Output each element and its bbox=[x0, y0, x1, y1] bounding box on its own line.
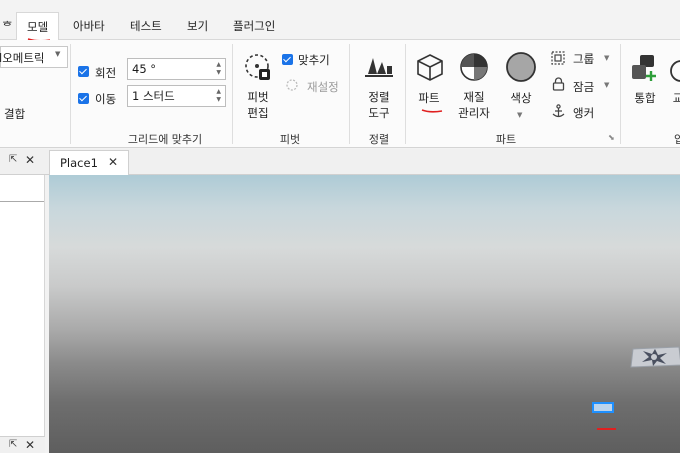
3d-viewport[interactable] bbox=[49, 175, 680, 453]
group-label-part: 파트 bbox=[495, 133, 517, 146]
expand-corner-icon[interactable]: ⬊ bbox=[608, 133, 615, 142]
separator bbox=[232, 44, 233, 144]
tab-view[interactable]: 보기 bbox=[177, 12, 218, 40]
close-icon[interactable]: ✕ bbox=[25, 153, 35, 167]
spin-up-icon[interactable]: ▲ bbox=[216, 88, 221, 96]
union-button[interactable]: 통합 bbox=[630, 90, 660, 106]
spin-down-icon[interactable]: ▼ bbox=[216, 96, 221, 104]
intersect-icon bbox=[670, 60, 680, 82]
lock-button[interactable]: 잠금 bbox=[573, 79, 594, 95]
group-label-pivot: 피벗 bbox=[279, 133, 301, 146]
selected-part[interactable] bbox=[592, 402, 614, 413]
undock-icon[interactable]: ⇱ bbox=[9, 154, 17, 165]
lock-icon bbox=[552, 77, 565, 91]
anchor-button[interactable]: 앵커 bbox=[573, 105, 594, 121]
group-icon bbox=[551, 51, 565, 65]
move-checkbox[interactable] bbox=[78, 93, 89, 104]
spin-up-icon[interactable]: ▲ bbox=[216, 61, 221, 69]
panel-header: ⇱ ✕ bbox=[0, 149, 45, 175]
tab-place1[interactable]: Place1 ✕ bbox=[49, 150, 129, 176]
pivot-snap-label: 맞추기 bbox=[298, 53, 330, 67]
pivot-edit-icon bbox=[245, 54, 270, 80]
close-icon[interactable]: ✕ bbox=[108, 155, 118, 169]
anchor-icon bbox=[552, 104, 565, 118]
move-input[interactable]: 1 스터드 ▲ ▼ bbox=[127, 85, 226, 107]
tab-plugins[interactable]: 플러그인 bbox=[223, 12, 285, 40]
ribbon: l오메트릭 ▼ 결합 회전 45 ° ▲ ▼ 이동 1 스터드 ▲ ▼ 그리드에… bbox=[0, 40, 680, 148]
chevron-down-icon[interactable]: ▼ bbox=[517, 111, 522, 119]
tab-test[interactable]: 테스트 bbox=[120, 12, 172, 40]
color-icon bbox=[506, 52, 536, 82]
part-button[interactable]: 파트 bbox=[414, 90, 444, 106]
document-tab-bar: Place1 ✕ bbox=[45, 149, 680, 176]
menu-tab-bar: ᄒ 모델 아바타 테스트 보기 플러그인 bbox=[0, 12, 680, 41]
group-label-partial: 입 bbox=[674, 133, 680, 146]
union-icon bbox=[632, 55, 656, 81]
chevron-down-icon[interactable]: ▼ bbox=[604, 54, 609, 62]
group-label-grid: 그리드에 맞추기 bbox=[127, 133, 203, 146]
tab-avatar[interactable]: 아바타 bbox=[63, 12, 115, 40]
rotate-label: 회전 bbox=[95, 66, 117, 80]
color-button[interactable]: 색상 bbox=[506, 90, 536, 106]
panel-divider bbox=[0, 201, 44, 202]
separator bbox=[349, 44, 350, 144]
annotation-mark bbox=[597, 428, 616, 430]
chevron-down-icon[interactable]: ▼ bbox=[604, 81, 609, 89]
pivot-snap-checkbox[interactable] bbox=[282, 54, 293, 65]
rotate-checkbox[interactable] bbox=[78, 66, 89, 77]
pivot-reset-button[interactable]: 재설정 bbox=[307, 79, 339, 95]
join-button[interactable]: 결합 bbox=[4, 106, 25, 122]
move-label: 이동 bbox=[95, 92, 117, 106]
group-label-align: 정렬 bbox=[368, 133, 390, 146]
separator bbox=[405, 44, 406, 144]
title-strip bbox=[0, 0, 680, 12]
intersect-button[interactable]: 교 bbox=[672, 90, 680, 106]
separator bbox=[70, 44, 71, 144]
panel-header-2: ⇱ ✕ bbox=[0, 436, 45, 453]
left-panel: ⇱ ✕ ⇱ ✕ bbox=[0, 149, 45, 453]
material-manager-button[interactable]: 재질 관리자 bbox=[454, 89, 494, 121]
align-tool-button[interactable]: 정렬 도구 bbox=[364, 89, 394, 121]
material-manager-icon bbox=[460, 53, 488, 81]
chevron-down-icon: ▼ bbox=[55, 50, 61, 58]
spin-down-icon[interactable]: ▼ bbox=[216, 69, 221, 77]
undock-icon[interactable]: ⇱ bbox=[9, 439, 17, 450]
align-tool-icon bbox=[365, 58, 393, 77]
part-cube-icon bbox=[417, 54, 443, 81]
separator bbox=[620, 44, 621, 144]
rotate-input[interactable]: 45 ° ▲ ▼ bbox=[127, 58, 226, 80]
group-button[interactable]: 그룹 bbox=[573, 51, 594, 67]
spawn-location-object[interactable] bbox=[629, 343, 680, 373]
close-icon[interactable]: ✕ bbox=[25, 438, 35, 452]
annotation-underline-part bbox=[421, 109, 443, 113]
mode-dropdown[interactable]: l오메트릭 ▼ bbox=[0, 46, 68, 68]
pivot-edit-button[interactable]: 피벗 편집 bbox=[243, 89, 273, 121]
reset-icon bbox=[286, 79, 298, 91]
